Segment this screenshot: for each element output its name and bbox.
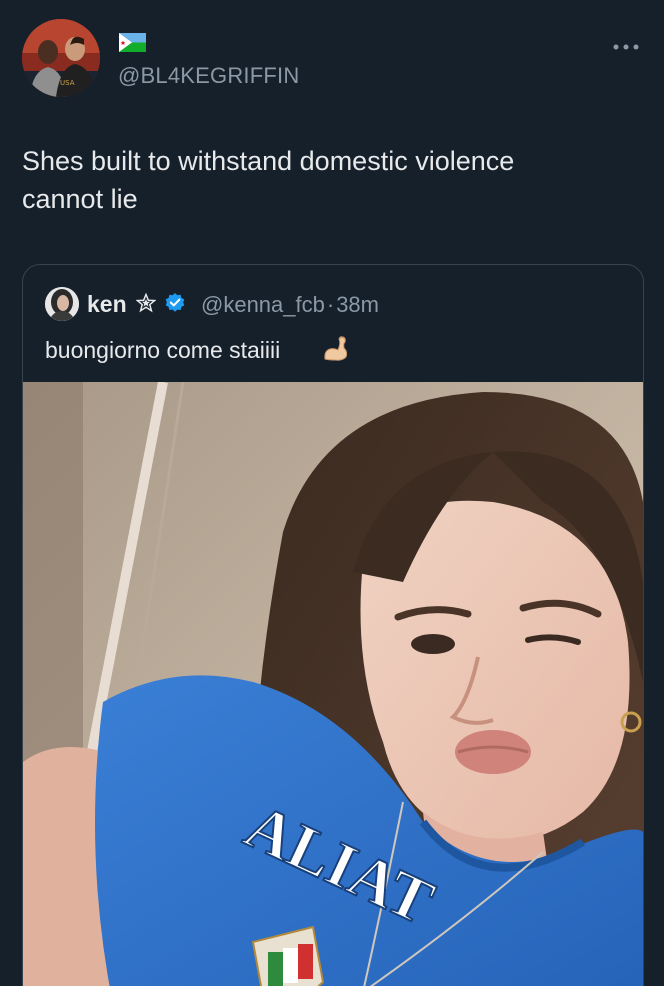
- quoted-handle-line: @kenna_fcb·38m: [201, 292, 379, 318]
- flexed-biceps-emoji: [321, 333, 351, 363]
- quoted-author-name[interactable]: ken: [87, 291, 127, 318]
- tweet-text-line: Shes built to withstand domestic violenc…: [22, 146, 515, 176]
- quoted-author-avatar[interactable]: [45, 287, 79, 321]
- woman-avatar-icon: [45, 287, 79, 321]
- djibouti-flag-icon: [119, 33, 146, 52]
- svg-text:USA: USA: [60, 79, 75, 87]
- tweet-screen: USA @BL4KEGRIFFIN Shes built to withstan…: [0, 0, 664, 986]
- verified-badge-icon: [164, 292, 186, 314]
- quoted-timestamp[interactable]: 38m: [336, 292, 379, 317]
- quoted-tweet-card[interactable]: ken @kenna_fcb·38m buongiorno come staii…: [22, 264, 644, 986]
- star-outline-icon: [135, 292, 157, 313]
- quoted-handle[interactable]: @kenna_fcb: [201, 292, 325, 317]
- author-avatar[interactable]: USA: [22, 19, 100, 97]
- tweet-text: Shes built to withstand domestic violenc…: [22, 142, 632, 218]
- tweet-text-line: cannot lie: [22, 184, 138, 214]
- handle-time-separator: ·: [326, 292, 335, 317]
- two-men-avatar-icon: USA: [22, 19, 100, 97]
- quoted-tweet-photo[interactable]: ALIAT: [23, 382, 643, 986]
- more-options-icon[interactable]: [612, 38, 640, 50]
- author-handle[interactable]: @BL4KEGRIFFIN: [118, 63, 299, 89]
- quoted-tweet-text: buongiorno come staiiii: [45, 337, 281, 363]
